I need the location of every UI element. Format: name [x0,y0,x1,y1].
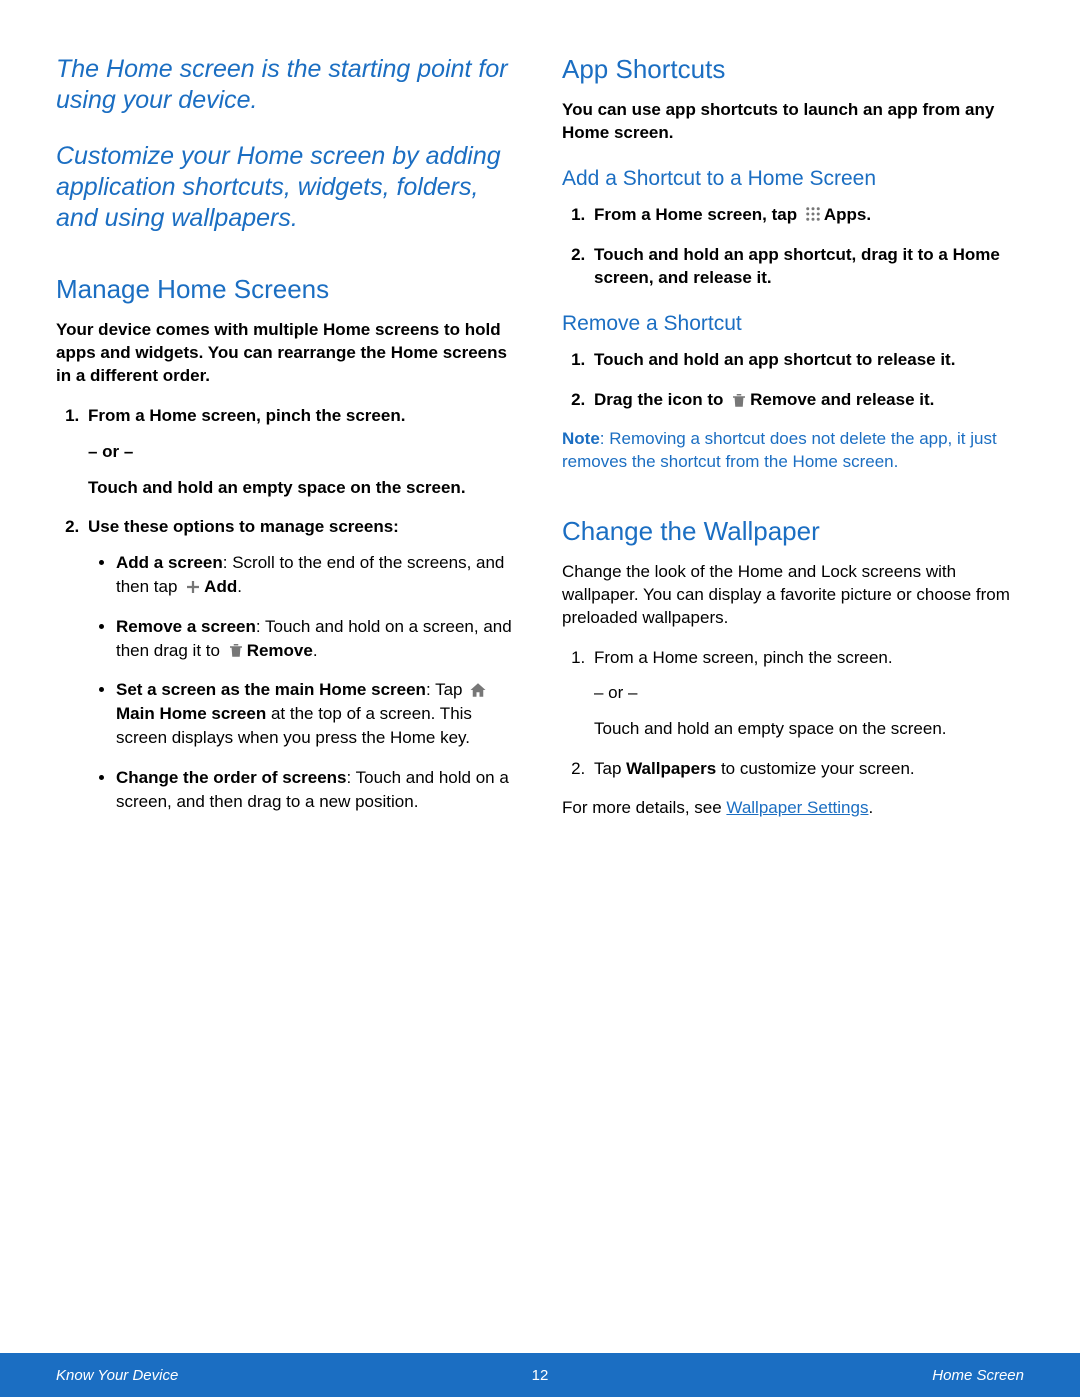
manage-option-remove: Remove a screen: Touch and hold on a scr… [116,615,518,663]
note-body: : Removing a shortcut does not delete th… [562,429,997,471]
or-divider: – or – [88,440,518,464]
shortcuts-description: You can use app shortcuts to launch an a… [562,99,1024,145]
remove-shortcut-steps: Touch and hold an app shortcut to releas… [562,348,1024,412]
wallpaper-more-details: For more details, see Wallpaper Settings… [562,797,1024,820]
text: Tap [594,759,626,778]
text: . [868,798,873,817]
text: For more details, see [562,798,726,817]
text: . [237,577,242,596]
remove-shortcut-step-1: Touch and hold an app shortcut to releas… [590,348,1024,372]
text: Drag the icon to [594,390,728,409]
manage-step-2-text: Use these options to manage screens: [88,517,399,536]
text: and release it. [816,390,934,409]
text: to customize your screen. [716,759,914,778]
label-main-home: Main Home screen [116,704,266,723]
text: Touch and hold an empty space on the scr… [594,719,947,738]
text: . [313,641,318,660]
wallpaper-settings-link[interactable]: Wallpaper Settings [726,798,868,817]
right-column: App Shortcuts You can use app shortcuts … [562,54,1024,836]
wallpaper-step-2: Tap Wallpapers to customize your screen. [590,757,1024,781]
manage-step-1: From a Home screen, pinch the screen. – … [84,404,518,499]
footer-left: Know Your Device [56,1367,178,1384]
home-icon [469,681,487,699]
add-shortcut-step-2: Touch and hold an app shortcut, drag it … [590,243,1024,291]
manage-step-1b: Touch and hold an empty space on the scr… [88,478,466,497]
label-add-screen: Add a screen [116,553,223,572]
manage-step-2: Use these options to manage screens: Add… [84,515,518,813]
label-apps: Apps [824,205,867,224]
label-wallpapers: Wallpapers [626,759,716,778]
text: : Tap [426,680,467,699]
label-set-main: Set a screen as the main Home screen [116,680,426,699]
intro-paragraph-1: The Home screen is the starting point fo… [56,54,518,117]
page-footer: Know Your Device 12 Home Screen [0,1353,1080,1397]
plus-icon [184,578,202,596]
add-shortcut-heading: Add a Shortcut to a Home Screen [562,167,1024,191]
footer-page-number: 12 [532,1367,549,1384]
manage-description: Your device comes with multiple Home scr… [56,319,518,388]
manage-option-add: Add a screen: Scroll to the end of the s… [116,551,518,599]
apps-grid-icon [804,205,822,223]
remove-shortcut-note: Note: Removing a shortcut does not delet… [562,428,1024,474]
text: From a Home screen, tap [594,205,802,224]
page-content: The Home screen is the starting point fo… [0,0,1080,836]
remove-shortcut-heading: Remove a Shortcut [562,312,1024,336]
intro-paragraph-2: Customize your Home screen by adding app… [56,141,518,235]
text: From a Home screen, pinch the screen. [594,648,893,667]
wallpaper-description: Change the look of the Home and Lock scr… [562,561,1024,630]
label-remove: Remove [750,390,816,409]
wallpaper-step-1: From a Home screen, pinch the screen. – … [590,646,1024,741]
manage-steps: From a Home screen, pinch the screen. – … [56,404,518,813]
or-divider: – or – [594,681,1024,705]
app-shortcuts-heading: App Shortcuts [562,54,1024,85]
change-wallpaper-heading: Change the Wallpaper [562,516,1024,547]
label-remove: Remove [247,641,313,660]
add-shortcut-steps: From a Home screen, tap Apps. Touch and … [562,203,1024,290]
footer-right: Home Screen [932,1367,1024,1384]
trash-icon [227,641,245,659]
manage-home-screens-heading: Manage Home Screens [56,274,518,305]
manage-option-order: Change the order of screens: Touch and h… [116,766,518,814]
label-remove-screen: Remove a screen [116,617,256,636]
remove-shortcut-step-2: Drag the icon to Remove and release it. [590,388,1024,412]
label-add: Add [204,577,237,596]
manage-step-1a: From a Home screen, pinch the screen. [88,406,405,425]
left-column: The Home screen is the starting point fo… [56,54,518,836]
wallpaper-steps: From a Home screen, pinch the screen. – … [562,646,1024,781]
manage-options: Add a screen: Scroll to the end of the s… [88,551,518,813]
manage-option-main: Set a screen as the main Home screen: Ta… [116,678,518,749]
note-label: Note [562,429,600,448]
add-shortcut-step-1: From a Home screen, tap Apps. [590,203,1024,227]
text: . [866,205,871,224]
trash-icon [730,391,748,409]
label-change-order: Change the order of screens [116,768,347,787]
